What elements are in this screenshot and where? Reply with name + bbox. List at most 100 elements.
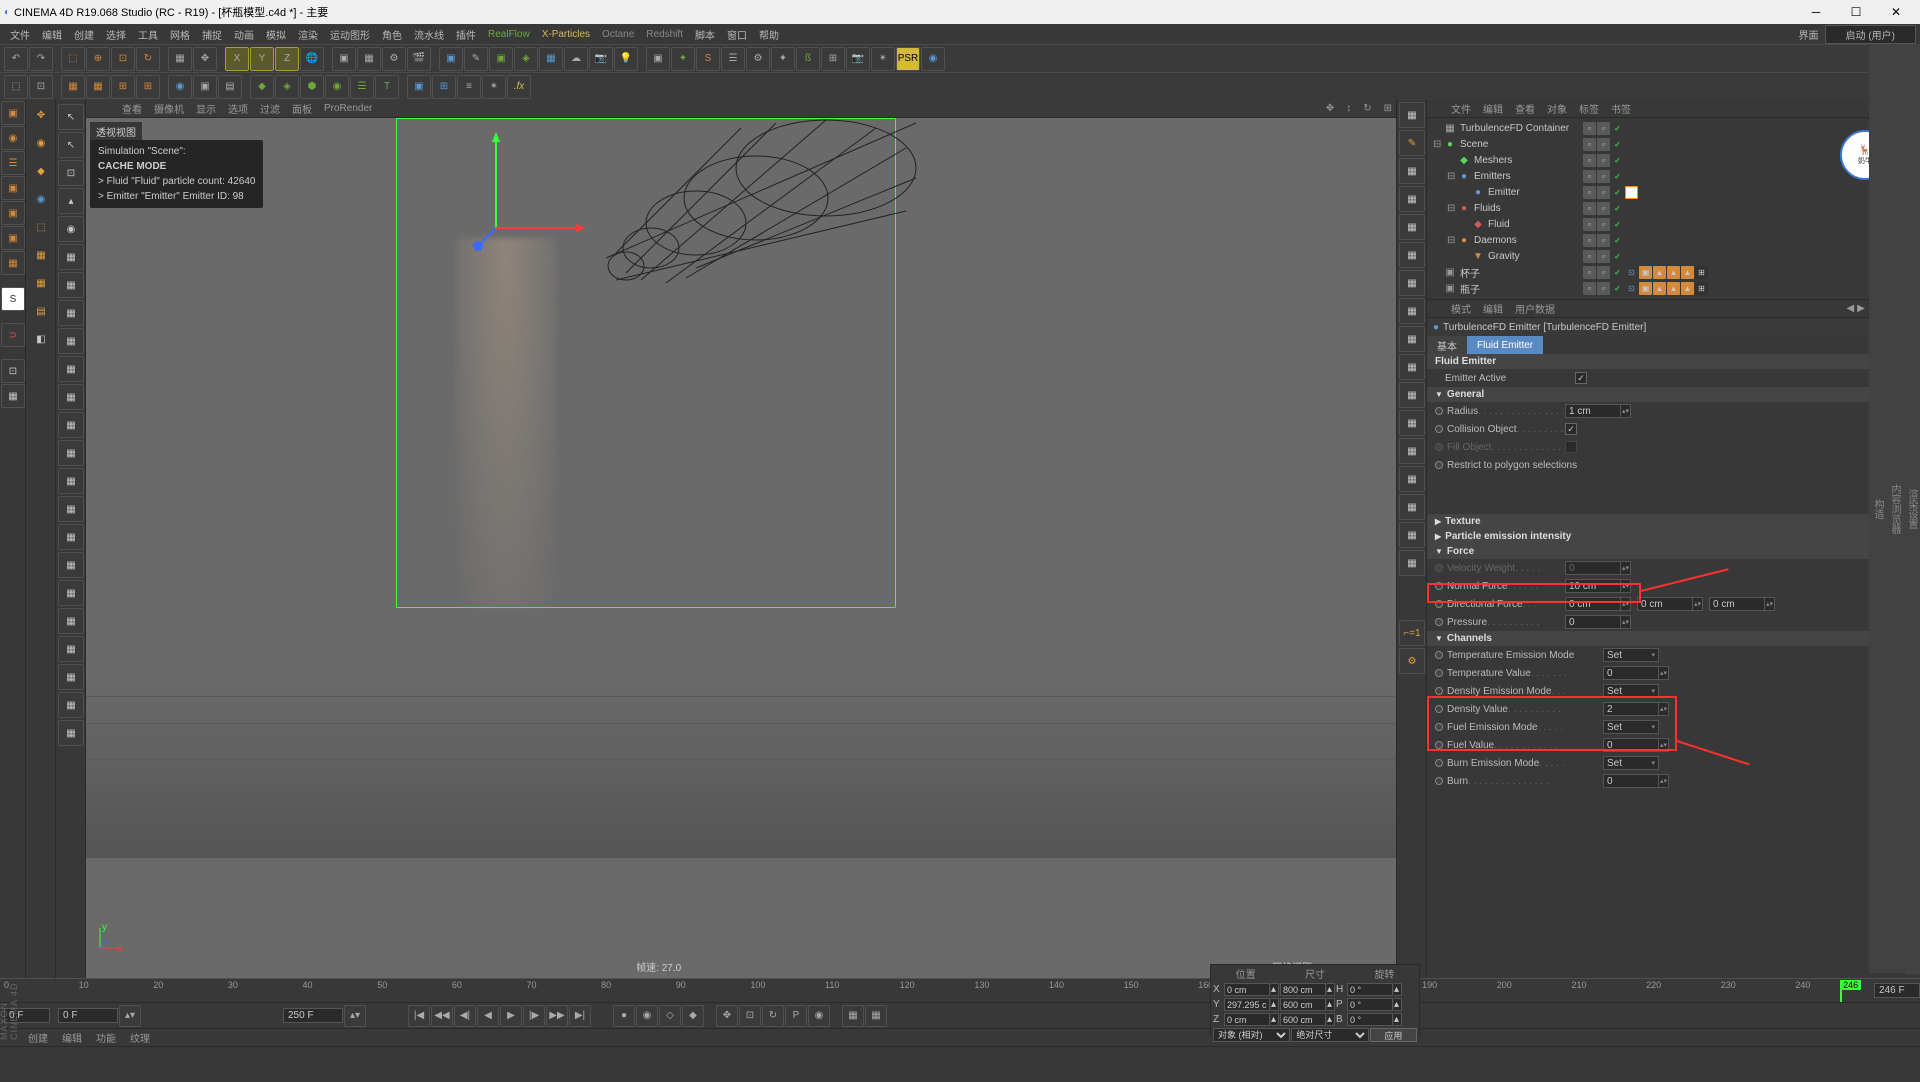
tool-button[interactable]: ▣ — [193, 75, 217, 99]
deformer-button[interactable]: ▦ — [539, 47, 563, 71]
vp-menu-item[interactable]: 显示 — [196, 101, 216, 116]
tool-icon[interactable]: ▦ — [58, 440, 84, 466]
tool-icon[interactable]: ▦ — [58, 496, 84, 522]
tool-icon[interactable]: ▦ — [58, 524, 84, 550]
tool-icon[interactable]: ▦ — [1399, 466, 1425, 492]
density-value-input[interactable]: 2 — [1603, 702, 1659, 716]
minimize-button[interactable]: ─ — [1796, 0, 1836, 24]
plugin-button[interactable]: ☰ — [721, 47, 745, 71]
om-menu[interactable]: 对象 — [1547, 101, 1567, 116]
tool-icon[interactable]: ▦ — [1399, 354, 1425, 380]
coord-size-select[interactable]: 绝对尺寸 — [1291, 1028, 1368, 1042]
plugin-button[interactable]: ✦ — [671, 47, 695, 71]
coord-input[interactable] — [1224, 998, 1270, 1011]
rotate-tool[interactable]: ↻ — [136, 47, 160, 71]
fuel-value-input[interactable]: 0 — [1603, 738, 1659, 752]
tool-icon[interactable]: ▦ — [58, 552, 84, 578]
menu-item[interactable]: 角色 — [376, 27, 408, 42]
tool-icon[interactable]: ▦ — [1399, 158, 1425, 184]
snap-icon[interactable]: ⌐=1 — [1399, 620, 1425, 646]
generator-button[interactable]: ▣ — [489, 47, 513, 71]
maximize-button[interactable]: ☐ — [1836, 0, 1876, 24]
plugin-button[interactable]: 📷 — [846, 47, 870, 71]
tree-row[interactable]: ▼Gravity▫▫✓ — [1427, 248, 1920, 264]
axis-z-toggle[interactable]: Z — [275, 47, 299, 71]
tree-row[interactable]: ●Emitter▫▫✓ — [1427, 184, 1920, 200]
key-pos-button[interactable]: ✥ — [716, 1005, 738, 1027]
tool-icon[interactable]: ◉ — [58, 216, 84, 242]
coord-input[interactable] — [1280, 1013, 1326, 1026]
tool-icon[interactable]: ▦ — [58, 692, 84, 718]
tool-button[interactable]: ▦ — [86, 75, 110, 99]
plugin-button[interactable]: ⊞ — [821, 47, 845, 71]
plugin-button[interactable]: S — [696, 47, 720, 71]
close-button[interactable]: ✕ — [1876, 0, 1916, 24]
layout-selector[interactable]: 启动 (用户) — [1825, 25, 1916, 44]
spinner[interactable]: ▴▾ — [1659, 738, 1669, 752]
menu-item[interactable]: 动画 — [228, 27, 260, 42]
tool-button[interactable]: ⊞ — [432, 75, 456, 99]
vp-menu-item[interactable]: 过滤 — [260, 101, 280, 116]
section-emission-intensity[interactable]: ▶Particle emission intensity — [1427, 529, 1920, 544]
gear-icon[interactable]: ⚙ — [1399, 648, 1425, 674]
key-pla-button[interactable]: ◉ — [808, 1005, 830, 1027]
tree-row[interactable]: ▣瓶子▫▫✓⊡▣▲▲▲⊞ — [1427, 280, 1920, 296]
coord-input[interactable] — [1224, 1013, 1270, 1026]
mp-menu[interactable]: 创建 — [28, 1030, 48, 1045]
next-frame-button[interactable]: |▶ — [523, 1005, 545, 1027]
tool-icon[interactable]: ▦ — [1399, 270, 1425, 296]
psr-button[interactable]: PSR — [896, 47, 920, 71]
render-settings-button[interactable]: ⚙ — [382, 47, 406, 71]
spinner[interactable]: ▴▾ — [1659, 666, 1669, 680]
collision-checkbox[interactable]: ✓ — [1565, 423, 1577, 435]
tool-icon[interactable]: ▦ — [58, 244, 84, 270]
coord-mode-select[interactable]: 对象 (相对) — [1213, 1028, 1290, 1042]
environment-button[interactable]: ☁ — [564, 47, 588, 71]
vp-menu-item[interactable]: 查看 — [122, 101, 142, 116]
tool-icon[interactable]: ▣ — [1, 226, 25, 250]
tool-icon[interactable]: ▦ — [58, 636, 84, 662]
tool-icon[interactable]: ▦ — [58, 272, 84, 298]
om-menu[interactable]: 书签 — [1611, 101, 1631, 116]
viewport-3d[interactable]: 透视视图 Simulation "Scene": CACHE MODE > Fl… — [86, 118, 1396, 978]
om-menu[interactable]: 查看 — [1515, 101, 1535, 116]
prev-key-button[interactable]: ◀◀ — [431, 1005, 453, 1027]
tool-icon[interactable]: ▦ — [58, 468, 84, 494]
redo-button[interactable]: ↷ — [29, 47, 53, 71]
tool-icon[interactable]: ▦ — [58, 412, 84, 438]
coord-input[interactable] — [1347, 1013, 1393, 1026]
tool-button[interactable]: ⬢ — [300, 75, 324, 99]
cube-icon[interactable]: ▣ — [1, 101, 25, 125]
plugin-button[interactable]: ß — [796, 47, 820, 71]
next-key-button[interactable]: ▶▶ — [546, 1005, 568, 1027]
vp-nav-icon[interactable]: ↻ — [1363, 103, 1371, 114]
coord-input[interactable] — [1280, 983, 1326, 996]
prev-frame-button[interactable]: ◀| — [454, 1005, 476, 1027]
extra-button[interactable]: ▦ — [865, 1005, 887, 1027]
plugin-button[interactable]: ✴ — [871, 47, 895, 71]
menu-item[interactable]: Redshift — [640, 29, 689, 40]
axis-gizmo[interactable] — [466, 128, 586, 258]
key-button[interactable]: ◇ — [659, 1005, 681, 1027]
tool-icon[interactable]: ▦ — [1399, 214, 1425, 240]
spinner[interactable]: ▴▾ — [1621, 597, 1631, 611]
tool-button[interactable]: ⊡ — [29, 75, 53, 99]
tool-icon[interactable]: ☰ — [1, 151, 25, 175]
am-menu[interactable]: 模式 — [1451, 301, 1471, 316]
section-force[interactable]: ▼Force — [1427, 544, 1920, 559]
section-channels[interactable]: ▼Channels — [1427, 631, 1920, 646]
tool-icon[interactable]: ▦ — [58, 356, 84, 382]
key-param-button[interactable]: P — [785, 1005, 807, 1027]
plugin-button[interactable]: ✦ — [771, 47, 795, 71]
tool-icon[interactable]: ◆ — [28, 158, 54, 184]
axis-y-toggle[interactable]: Y — [250, 47, 274, 71]
tool-button[interactable]: ▣ — [407, 75, 431, 99]
play-back-button[interactable]: ◀ — [477, 1005, 499, 1027]
temp-mode-select[interactable]: Set▾ — [1603, 648, 1659, 662]
tool-icon[interactable]: ▦ — [58, 664, 84, 690]
tool-icon[interactable]: ▣ — [1, 176, 25, 200]
coord-input[interactable] — [1224, 983, 1270, 996]
radius-input[interactable]: 1 cm — [1565, 404, 1621, 418]
spinner[interactable]: ▴▾ — [1621, 404, 1631, 418]
menu-item[interactable]: 脚本 — [689, 27, 721, 42]
